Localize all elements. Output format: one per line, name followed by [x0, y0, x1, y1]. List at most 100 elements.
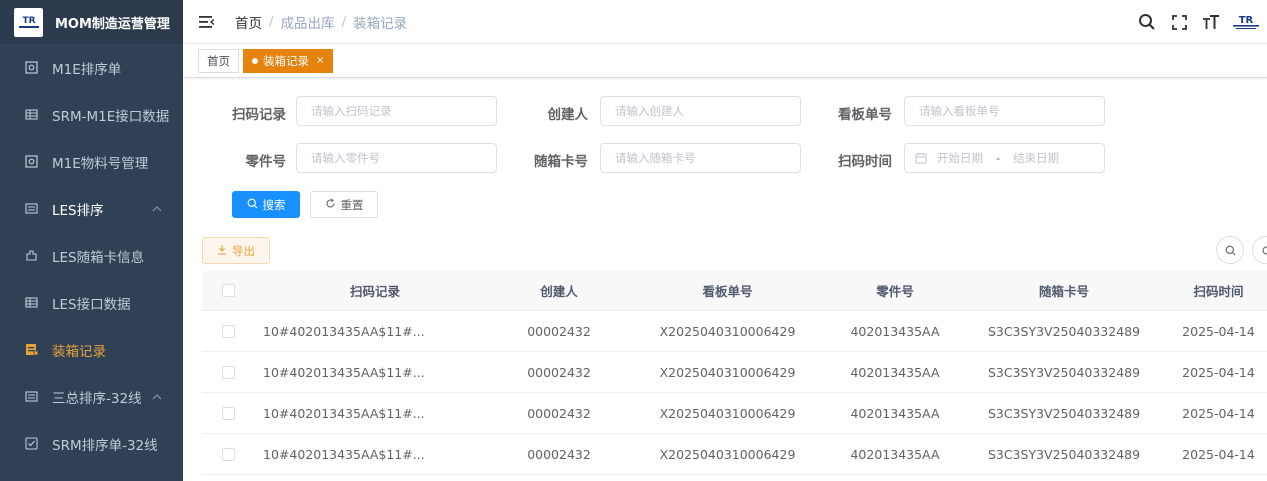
table-row[interactable]: 10#402013435AA$11#... 00002432 X20250403…	[202, 352, 1267, 393]
breadcrumb-outbound: 成品出库	[280, 15, 335, 32]
row-checkbox[interactable]	[222, 406, 235, 420]
table-row[interactable]: 10#402013435AA$11#... 00002432 X20250403…	[202, 393, 1267, 434]
app-logo: TR	[14, 7, 43, 37]
reset-button-label: 重置	[340, 197, 364, 212]
row-checkbox[interactable]	[222, 324, 235, 338]
part-cell: 402013435AA	[850, 405, 940, 421]
refresh-table-button[interactable]	[1252, 236, 1267, 264]
sidebar-item-srm-m1e[interactable]: SRM-M1E接口数据	[0, 91, 183, 138]
brand-logo: TR	[1231, 11, 1261, 33]
column-header: 看板单号	[702, 284, 753, 299]
part-cell: 402013435AA	[850, 323, 940, 339]
document-icon	[24, 61, 38, 75]
reset-button[interactable]: 重置	[310, 191, 378, 218]
start-date[interactable]: 开始日期	[937, 150, 983, 166]
creator-cell: 00002432	[527, 323, 591, 339]
scan-time-range[interactable]: 开始日期 - 结束日期	[904, 143, 1105, 173]
kanban-cell: X2025040310006429	[659, 364, 796, 380]
export-button[interactable]: 导出	[202, 237, 270, 264]
part-label: 零件号	[245, 154, 287, 170]
list-icon	[24, 202, 38, 216]
scan-time-cell: 2025-04-14	[1182, 323, 1255, 339]
toggle-search-button[interactable]	[1216, 236, 1244, 264]
scan-time-cell: 2025-04-14	[1182, 446, 1255, 462]
chevron-up-icon	[152, 389, 162, 405]
close-icon[interactable]: ×	[316, 55, 324, 66]
scan-record-input[interactable]: 请输入扫码记录	[296, 96, 497, 126]
sidebar-item-three-sort-32[interactable]: 三总排序-32线	[0, 373, 183, 420]
creator-input[interactable]: 请输入创建人	[600, 96, 801, 126]
sidebar-item-label: SRM排序单-32线	[52, 437, 158, 454]
kanban-cell: X2025040310006429	[659, 323, 796, 339]
kanban-label: 看板单号	[838, 107, 892, 123]
export-button-label: 导出	[232, 243, 255, 258]
column-header: 创建人	[540, 284, 578, 299]
logo-icon: TR	[18, 16, 39, 28]
scan-time-label: 扫码时间	[838, 154, 892, 170]
end-date[interactable]: 结束日期	[1013, 150, 1059, 166]
scan-record-cell: 10#402013435AA$11#...	[263, 323, 425, 339]
active-dot-icon	[252, 57, 258, 64]
tag-packing-record[interactable]: 装箱记录 ×	[243, 48, 334, 73]
kanban-input[interactable]: 请输入看板单号	[904, 96, 1105, 126]
row-select-cell	[202, 406, 255, 420]
sidebar-item-m1e-material[interactable]: M1E物料号管理	[0, 138, 183, 185]
row-checkbox[interactable]	[222, 365, 235, 379]
scan-record-label: 扫码记录	[232, 107, 286, 123]
breadcrumb-home[interactable]: 首页	[235, 12, 262, 32]
search-icon[interactable]	[1137, 12, 1157, 32]
sidebar-item-label: M1E排序单	[52, 61, 122, 78]
search-button[interactable]: 搜索	[232, 191, 300, 218]
sidebar: TR MOM制造运营管理 M1E排序单 SRM-M1E接口数据 M1E物料号管理…	[0, 0, 183, 481]
creator-cell: 00002432	[527, 405, 591, 421]
menu-toggle-icon[interactable]	[199, 15, 215, 29]
sidebar-item-m1e-order[interactable]: M1E排序单	[0, 44, 183, 91]
part-input[interactable]: 请输入零件号	[296, 143, 497, 173]
sidebar-item-packing-record[interactable]: 装箱记录	[0, 326, 183, 373]
scan-time-cell: 2025-04-14	[1182, 405, 1255, 421]
tags-view: 首页 装箱记录 ×	[183, 44, 1267, 78]
breadcrumb-separator: /	[341, 13, 347, 30]
table-row[interactable]: 10#402013435AA$11#... 00002432 X20250403…	[202, 311, 1267, 352]
sidebar-item-label: 装箱记录	[52, 343, 106, 360]
scan-record-cell: 10#402013435AA$11#...	[263, 364, 425, 380]
select-all-checkbox[interactable]	[222, 284, 235, 297]
select-all-cell	[202, 284, 255, 297]
card-input[interactable]: 请输入随箱卡号	[600, 143, 801, 173]
list-icon	[24, 390, 38, 404]
search-icon	[247, 198, 258, 212]
sidebar-item-les-sort[interactable]: LES排序	[0, 185, 183, 232]
row-select-cell	[202, 447, 255, 461]
card-cell: S3C3SY3V25040332489	[987, 446, 1141, 462]
fullscreen-icon[interactable]	[1169, 12, 1189, 32]
breadcrumb-separator: /	[269, 13, 274, 30]
calendar-icon	[915, 152, 927, 164]
sidebar-item-label: M1E物料号管理	[52, 155, 149, 172]
scan-record-cell: 10#402013435AA$11#...	[263, 405, 425, 421]
puzzle-icon	[24, 249, 38, 263]
search-button-label: 搜索	[262, 197, 286, 212]
packing-record-table: 扫码记录 创建人 看板单号 零件号 随箱卡号 扫码时间 10#402013435…	[202, 271, 1267, 475]
kanban-cell: X2025040310006429	[659, 446, 796, 462]
sidebar-item-les-api[interactable]: LES接口数据	[0, 279, 183, 326]
font-size-icon[interactable]	[1201, 12, 1221, 32]
tag-home[interactable]: 首页	[198, 48, 239, 73]
sidebar-item-label: LES接口数据	[52, 296, 131, 313]
header-tools: TR	[1125, 0, 1261, 44]
row-checkbox[interactable]	[222, 447, 235, 461]
search-icon	[1225, 245, 1236, 256]
table-header: 扫码记录 创建人 看板单号 零件号 随箱卡号 扫码时间	[202, 271, 1267, 311]
column-header: 随箱卡号	[1038, 284, 1089, 299]
svg-text:TR: TR	[1239, 15, 1254, 26]
column-header: 扫码记录	[349, 284, 400, 299]
card-label: 随箱卡号	[534, 154, 588, 170]
creator-cell: 00002432	[527, 364, 591, 380]
part-cell: 402013435AA	[850, 446, 940, 462]
sidebar-item-srm-sort-32[interactable]: SRM排序单-32线	[0, 420, 183, 467]
sidebar-item-label: 三总排序-32线	[52, 390, 142, 407]
tag-label: 首页	[207, 53, 230, 68]
card-cell: S3C3SY3V25040332489	[987, 323, 1141, 339]
sidebar-item-les-card[interactable]: LES随箱卡信息	[0, 232, 183, 279]
document-icon	[24, 155, 38, 169]
table-row[interactable]: 10#402013435AA$11#... 00002432 X20250403…	[202, 434, 1267, 475]
